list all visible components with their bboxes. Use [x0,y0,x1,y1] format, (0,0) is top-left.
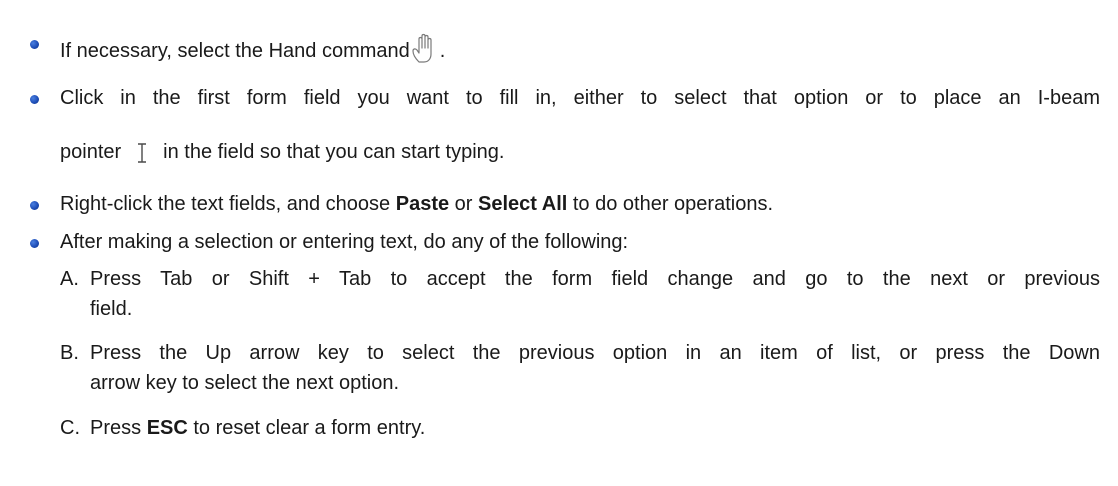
bold-term-select-all: Select All [478,193,568,215]
bullet-dot [30,95,39,104]
document-page: If necessary, select the Hand command . … [0,0,1118,486]
bold-term-paste: Paste [395,193,450,215]
item-text: to do other operations. [567,193,774,215]
item-text: or [449,193,479,215]
sub-item-b-text: Press the Up arrow key to select the pre… [90,342,1100,364]
hand-icon [412,33,432,63]
item-text: to reset clear a form entry. [187,417,426,439]
i-beam-pointer-icon [138,143,147,163]
bullet-item-after-selection: After making a selection or entering tex… [60,231,629,253]
sub-item-c: C. Press ESC to reset clear a form entry. [60,415,425,441]
bullet-item-right-click: Right-click the text fields, and choose … [60,191,773,217]
sub-item-letter: C. [60,417,80,439]
item-text: pointer [60,141,122,163]
sub-item-b-line1: B. [60,340,90,366]
sub-item-letter: B. [60,342,79,364]
bullet-item-hand-command: If necessary, select the Hand command . [60,30,445,64]
bold-term-esc: ESC [146,417,188,439]
bullet-dot [30,239,39,248]
sub-item-a-line2: field. [90,298,133,320]
bullet-dot [30,40,39,49]
bullet-dot [30,201,39,210]
item-text: If necessary, select the Hand command [60,40,410,62]
item-text: Press [90,417,147,439]
bullet-item-click-form-field-line1: Click in the first form field you want t… [60,87,1100,109]
sub-item-a-text: Press Tab or Shift + Tab to accept the f… [90,268,1100,290]
sub-item-letter: A. [60,268,79,290]
item-text-suffix: . [439,40,446,62]
item-text: Right-click the text fields, and choose [60,193,396,215]
item-text: in the field so that you can start typin… [163,141,505,163]
bullet-item-click-form-field-line2: pointer in the field so that you can sta… [60,139,504,165]
sub-item-b-line2: arrow key to select the next option. [90,372,400,394]
